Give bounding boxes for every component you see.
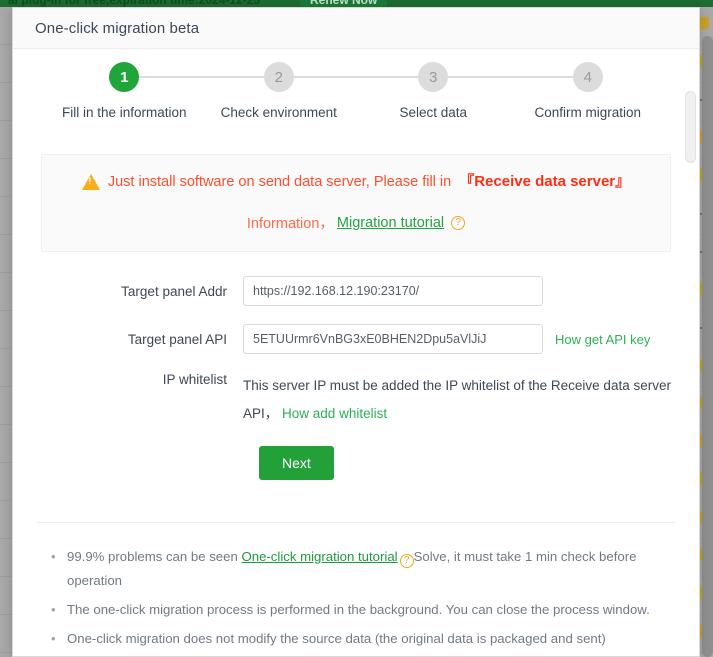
step-2-number: 2 xyxy=(263,62,294,92)
step-3[interactable]: 3 Select data xyxy=(356,62,588,120)
license-banner-text: al plug-in for free,expiration time:2024… xyxy=(8,0,261,7)
modal-scrollbar-thumb[interactable] xyxy=(685,91,696,163)
renew-now-button[interactable]: Renew Now xyxy=(300,0,388,7)
notes-list: 99.9% problems can be seen One-click mig… xyxy=(35,545,677,651)
target-panel-api-row: Target panel API How get API key xyxy=(35,324,677,354)
target-panel-addr-label: Target panel Addr xyxy=(121,283,227,299)
ip-whitelist-label: IP whitelist xyxy=(162,372,227,387)
migration-tutorial-link[interactable]: Migration tutorial xyxy=(337,215,444,231)
note-prefix: One-click migration does not modify the … xyxy=(67,631,606,646)
step-2[interactable]: 2 Check environment xyxy=(202,62,434,120)
ip-whitelist-description: This server IP must be added the IP whit… xyxy=(243,372,675,428)
help-circle-icon[interactable]: ? xyxy=(451,215,466,230)
step-connector xyxy=(278,76,434,78)
target-panel-api-input[interactable] xyxy=(243,324,543,354)
target-panel-addr-input[interactable] xyxy=(243,276,543,306)
step-4-label: Confirm migration xyxy=(534,105,642,120)
modal-header: One-click migration beta xyxy=(13,8,699,49)
migration-modal: One-click migration beta 1 Fill in the i… xyxy=(12,7,700,657)
warning-emphasis: 『Receive data server』 xyxy=(459,173,631,190)
help-circle-icon[interactable]: ? xyxy=(399,554,414,568)
one-click-migration-tutorial-link[interactable]: One-click migration tutorial xyxy=(241,549,397,564)
target-panel-api-label: Target panel API xyxy=(127,331,227,347)
step-4-number: 4 xyxy=(572,62,603,92)
warning-text: Just install software on send data serve… xyxy=(107,174,452,190)
step-indicator: 1 Fill in the information 2 Check enviro… xyxy=(35,62,677,120)
step-3-label: Select data xyxy=(399,105,468,120)
ip-whitelist-row: IP whitelist This server IP must be adde… xyxy=(35,372,677,428)
step-3-number: 3 xyxy=(418,62,449,92)
modal-title: One-click migration beta xyxy=(35,19,200,37)
step-4[interactable]: 4 Confirm migration xyxy=(511,62,666,120)
how-add-whitelist-link[interactable]: How add whitelist xyxy=(282,406,387,421)
step-connector xyxy=(124,76,279,78)
next-button[interactable]: Next xyxy=(259,446,334,480)
warning-box: Just install software on send data serve… xyxy=(41,154,671,252)
step-2-label: Check environment xyxy=(220,105,337,120)
modal-body: 1 Fill in the information 2 Check enviro… xyxy=(13,49,699,656)
modal-scrollbar-track[interactable] xyxy=(684,91,697,654)
note-prefix: 99.9% problems can be seen xyxy=(67,549,242,564)
warning-line-1: Just install software on send data serve… xyxy=(62,171,650,193)
step-1-number: 1 xyxy=(109,62,140,92)
section-divider xyxy=(37,522,675,523)
note-item: 99.9% problems can be seen One-click mig… xyxy=(41,545,677,593)
migration-form: Target panel Addr Target panel API How g… xyxy=(35,276,677,480)
step-1[interactable]: 1 Fill in the information xyxy=(47,62,279,120)
note-item: One-click migration does not modify the … xyxy=(41,627,677,651)
page-scrollbar[interactable] xyxy=(702,36,713,657)
warning-information-text: Information， xyxy=(246,216,334,232)
next-button-wrap: Next xyxy=(35,446,677,480)
how-get-api-key-link[interactable]: How get API key xyxy=(555,332,650,347)
note-item: The one-click migration process is perfo… xyxy=(41,598,677,622)
step-1-label: Fill in the information xyxy=(61,105,187,120)
step-connector xyxy=(433,76,588,78)
note-prefix: The one-click migration process is perfo… xyxy=(67,602,650,617)
warning-triangle-icon xyxy=(81,174,100,190)
target-panel-addr-row: Target panel Addr xyxy=(35,276,677,306)
license-banner: al plug-in for free,expiration time:2024… xyxy=(0,0,713,7)
warning-line-2: Information， Migration tutorial ? xyxy=(62,212,650,233)
